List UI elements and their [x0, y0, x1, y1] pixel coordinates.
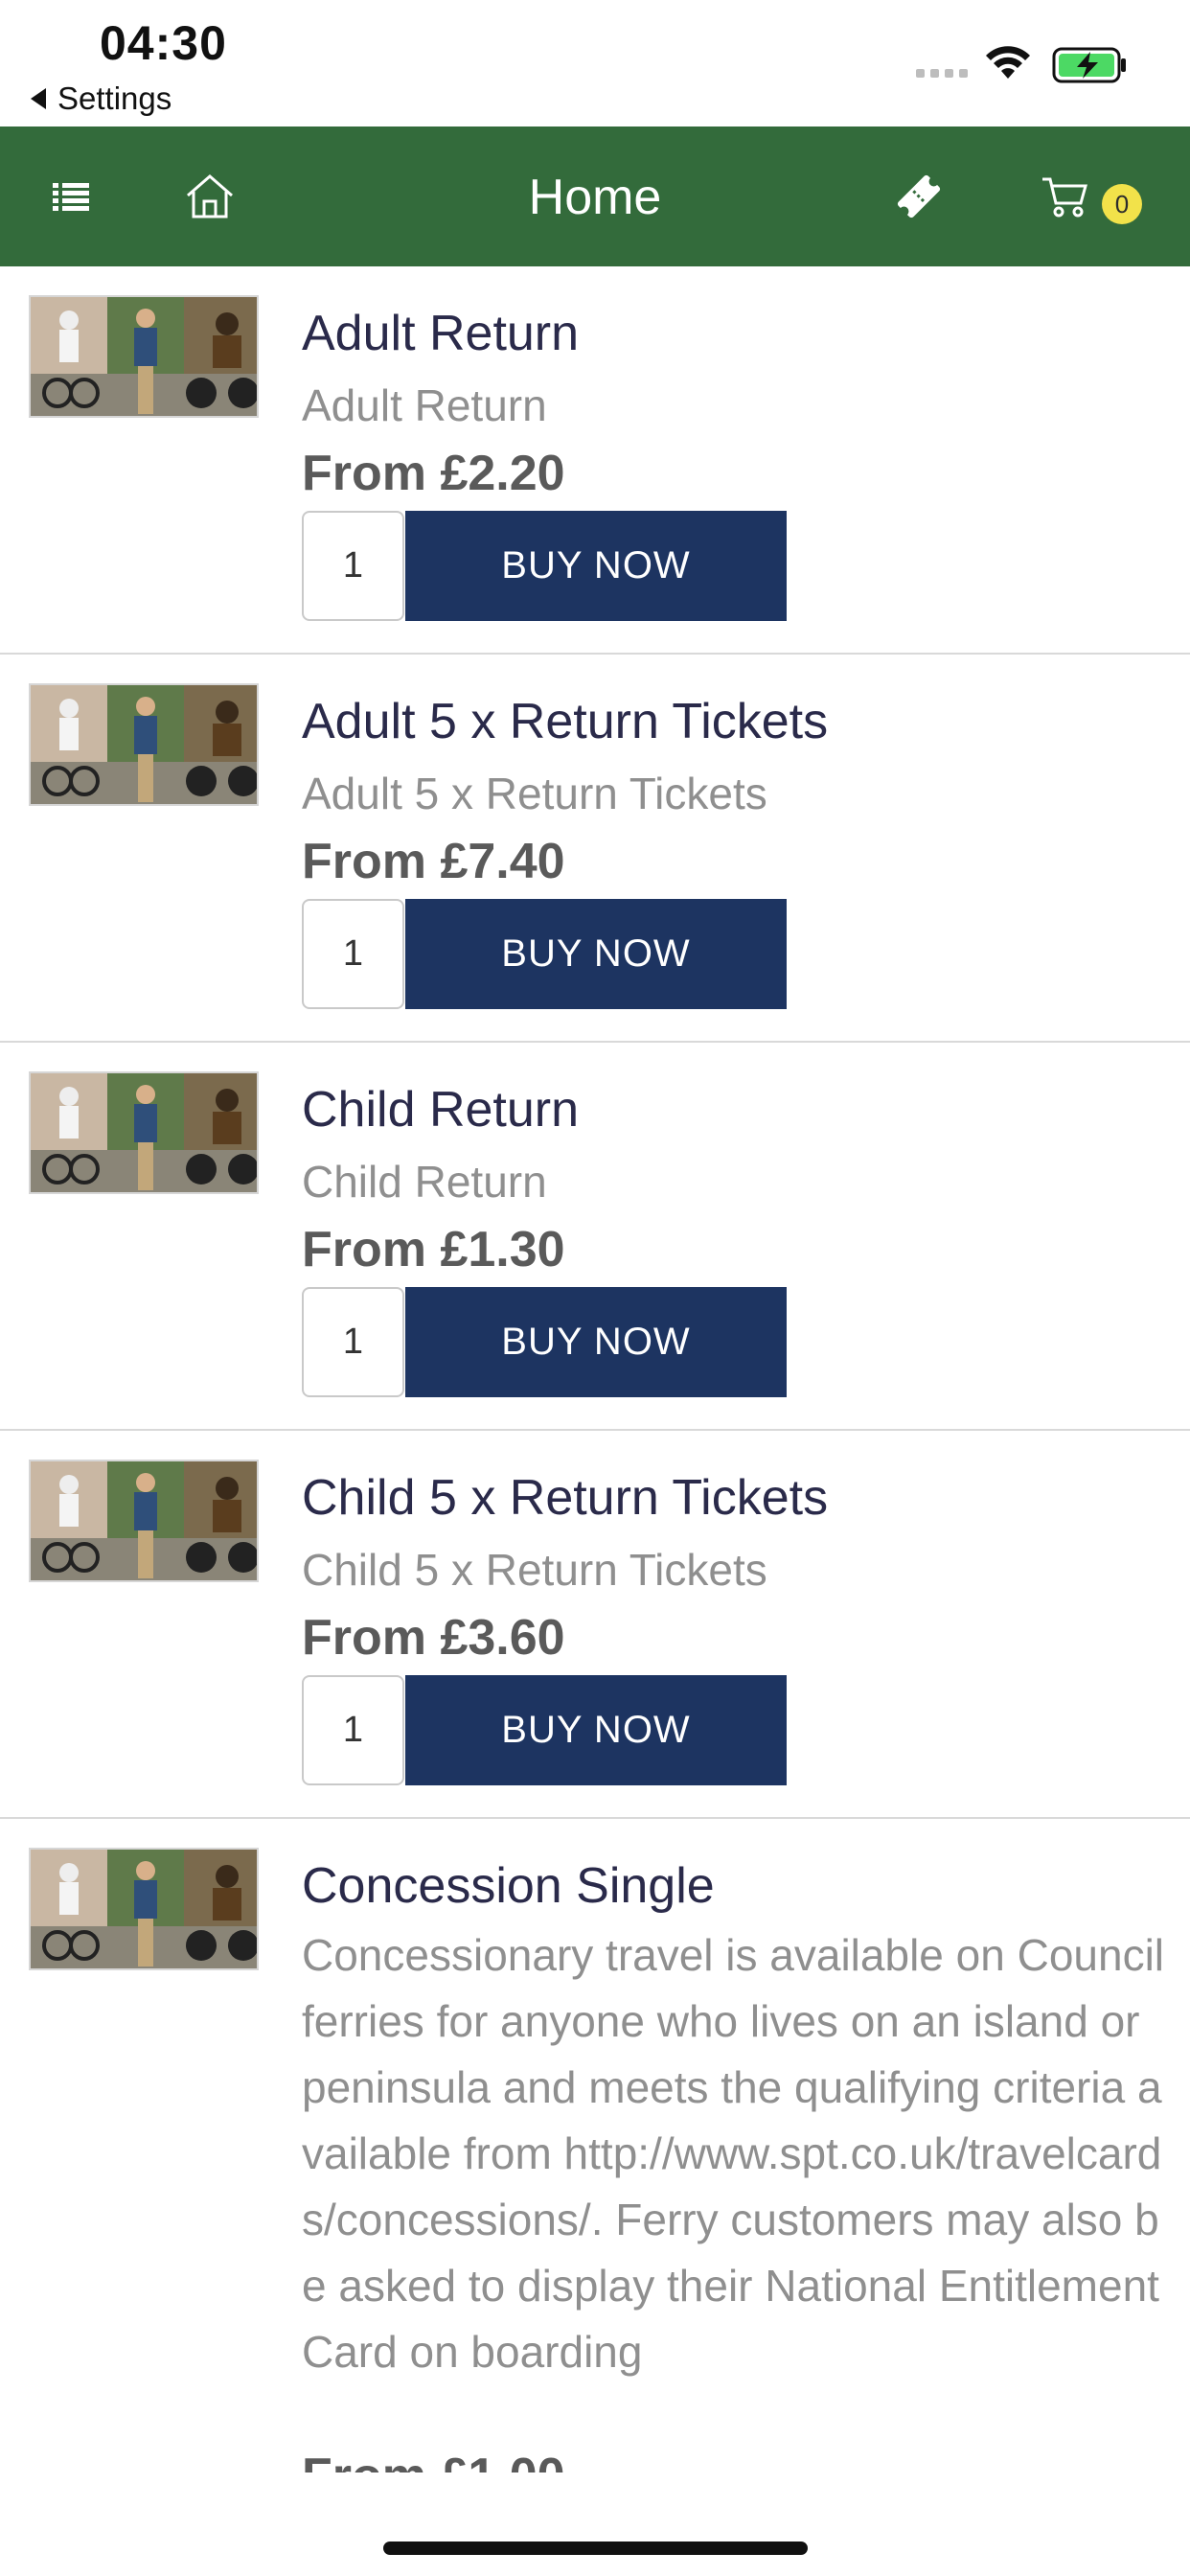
product-price: From £3.60 — [302, 1610, 565, 1666]
product-list: Adult Return Adult Return From £2.20 BUY… — [0, 266, 1190, 2472]
quantity-input[interactable] — [302, 899, 404, 1009]
product-item: Concession Single Concessionary travel i… — [0, 1819, 1190, 2472]
product-item: Adult 5 x Return Tickets Adult 5 x Retur… — [0, 655, 1190, 1043]
status-time: 04:30 — [100, 16, 227, 70]
quantity-input[interactable] — [302, 511, 404, 621]
status-bar: 04:30 Settings — [0, 0, 1190, 126]
cart-count-badge: 0 — [1102, 184, 1142, 224]
product-thumbnail — [29, 1848, 259, 1970]
product-title: Child Return — [302, 1082, 580, 1138]
ticket-icon[interactable] — [885, 163, 952, 230]
product-title: Concession Single — [302, 1858, 715, 1914]
product-title: Adult 5 x Return Tickets — [302, 694, 829, 749]
nav-bar: Home 0 — [0, 126, 1190, 266]
back-settings-label: Settings — [57, 80, 172, 116]
product-subtitle: Adult Return — [302, 380, 547, 430]
product-thumbnail — [29, 1071, 259, 1194]
wifi-icon — [986, 46, 1030, 79]
product-price: From £7.40 — [302, 834, 565, 889]
buy-now-button[interactable]: BUY NOW — [405, 1675, 787, 1785]
product-subtitle: Child Return — [302, 1157, 547, 1207]
product-price: From £1.30 — [302, 1222, 565, 1277]
battery-charging-icon — [1052, 47, 1126, 83]
page-title: Home — [528, 170, 662, 225]
quantity-input[interactable] — [302, 1675, 404, 1785]
buy-now-button[interactable]: BUY NOW — [405, 1287, 787, 1397]
product-title: Adult Return — [302, 306, 580, 361]
buy-now-button[interactable]: BUY NOW — [405, 899, 787, 1009]
home-indicator[interactable] — [383, 2542, 808, 2555]
quantity-input[interactable] — [302, 1287, 404, 1397]
cart-icon[interactable] — [1031, 163, 1098, 230]
product-thumbnail — [29, 295, 259, 418]
product-description: Concessionary travel is available on Cou… — [302, 1930, 1165, 2377]
product-price: From £2.20 — [302, 446, 565, 501]
product-price: From £1.00 — [302, 2448, 565, 2472]
product-thumbnail — [29, 1460, 259, 1582]
buy-now-button[interactable]: BUY NOW — [405, 511, 787, 621]
cellular-signal-icon — [916, 69, 968, 78]
product-item: Adult Return Adult Return From £2.20 BUY… — [0, 266, 1190, 655]
product-subtitle: Adult 5 x Return Tickets — [302, 769, 767, 818]
product-title: Child 5 x Return Tickets — [302, 1470, 829, 1526]
back-to-settings-link[interactable]: Settings — [31, 80, 172, 117]
product-thumbnail — [29, 683, 259, 806]
product-item: Child Return Child Return From £1.30 BUY… — [0, 1043, 1190, 1431]
product-item: Child 5 x Return Tickets Child 5 x Retur… — [0, 1431, 1190, 1819]
product-subtitle: Child 5 x Return Tickets — [302, 1545, 767, 1595]
back-arrow-icon — [31, 88, 46, 109]
